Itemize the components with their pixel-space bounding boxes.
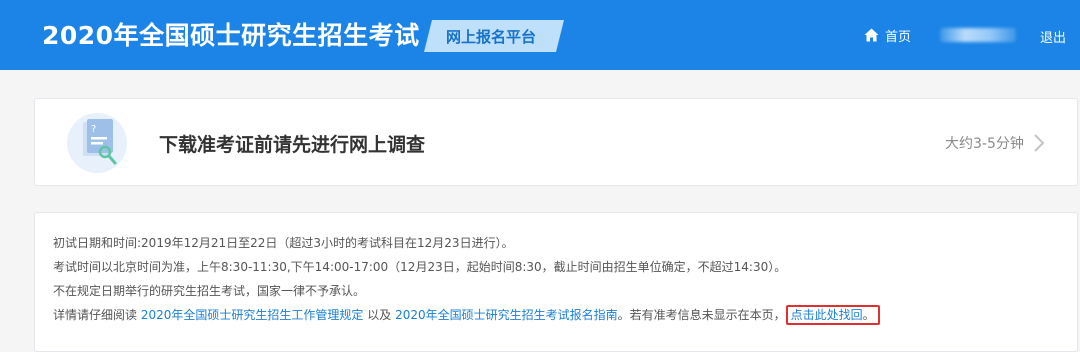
- link-registration-guide[interactable]: 2020年全国硕士研究生招生考试报名指南: [395, 308, 618, 322]
- notice-details-prefix: 详情请仔细阅读: [53, 308, 138, 322]
- survey-duration: 大约3-5分钟: [945, 136, 1024, 152]
- notice-exam-times: 考试时间以北京时间为准，上午8:30-11:30,下午14:00-17:00（1…: [53, 260, 787, 274]
- survey-document-icon: ?: [67, 113, 127, 173]
- chevron-right-icon: [1034, 134, 1045, 152]
- top-navigation-bar: 2020年全国硕士研究生招生考试 网上报名平台 首页 退出: [0, 0, 1080, 70]
- link-admission-rules[interactable]: 2020年全国硕士研究生招生工作管理规定: [141, 308, 364, 322]
- platform-badge-label: 网上报名平台: [446, 28, 537, 46]
- link-retrieve-info[interactable]: 点击此处找回: [791, 308, 863, 322]
- survey-title: 下载准考证前请先进行网上调查: [159, 134, 426, 156]
- notice-details-and: 以及: [367, 308, 392, 322]
- notice-details-line: 详情请仔细阅读 2020年全国硕士研究生招生工作管理规定 以及 2020年全国硕…: [53, 305, 880, 325]
- notice-exam-dates: 初试日期和时间:2019年12月21日至22日（超过3小时的考试科目在12月23…: [53, 236, 514, 250]
- logout-link[interactable]: 退出: [1040, 27, 1066, 46]
- user-name-redacted: [940, 28, 1016, 42]
- notice-recognition: 不在规定日期举行的研究生招生考试，国家一律不予承认。: [53, 284, 366, 298]
- exam-notice-panel: 初试日期和时间:2019年12月21日至22日（超过3小时的考试科目在12月23…: [34, 212, 1078, 352]
- site-title: 2020年全国硕士研究生招生考试: [42, 21, 420, 50]
- notice-details-end: 。: [862, 308, 875, 322]
- home-label: 首页: [885, 29, 912, 45]
- notice-details-suffix: 。若有准考信息未显示在本页，: [617, 308, 786, 322]
- svg-text:?: ?: [91, 124, 96, 135]
- retrieve-link-highlight: 点击此处找回。: [785, 305, 880, 325]
- survey-card[interactable]: ? 下载准考证前请先进行网上调查 大约3-5分钟: [34, 98, 1078, 186]
- home-icon: [864, 28, 879, 42]
- home-link[interactable]: 首页: [864, 25, 911, 45]
